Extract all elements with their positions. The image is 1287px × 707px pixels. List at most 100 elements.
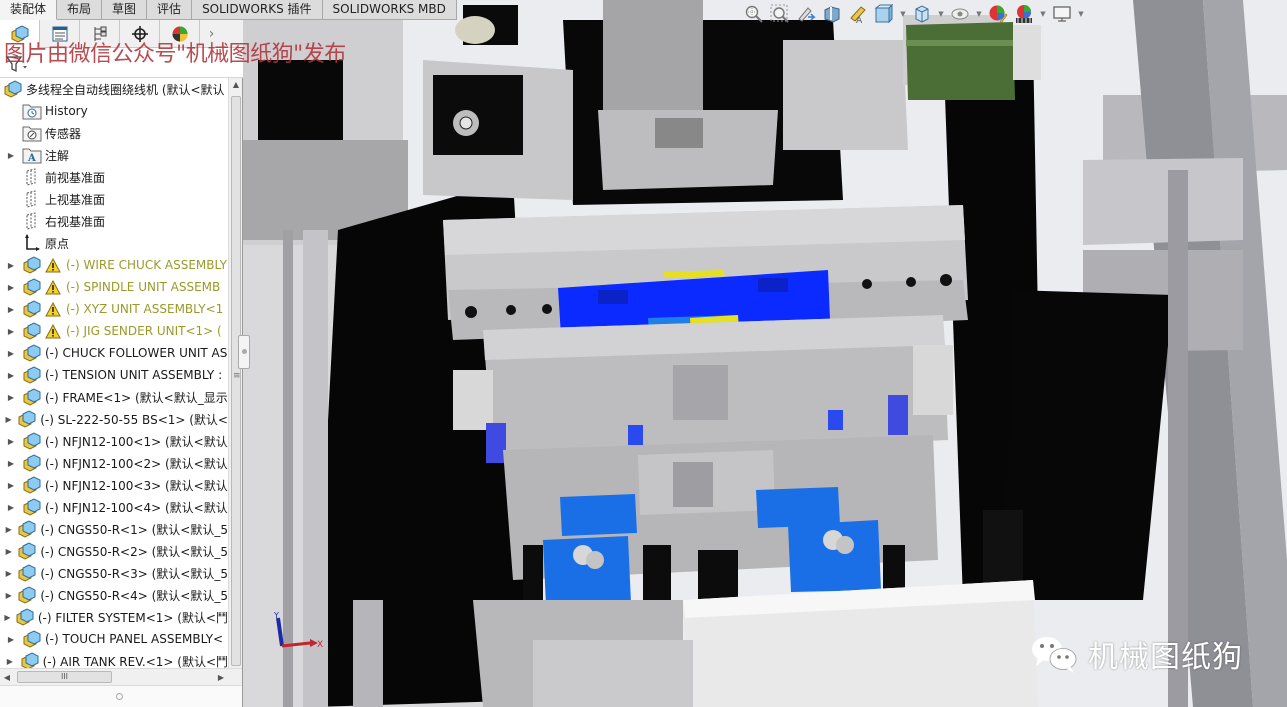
- expand-arrow-icon[interactable]: ▶: [4, 393, 18, 402]
- view-settings-dropdown[interactable]: ▼: [1077, 3, 1085, 25]
- expand-arrow-icon[interactable]: ▶: [4, 481, 18, 490]
- tree-item[interactable]: ▶ (-) NFJN12-100<1> (默认<默认: [0, 430, 228, 452]
- tree-item[interactable]: ▶ (-) CNGS50-R<1> (默认<默认_5: [0, 518, 228, 540]
- tree-item[interactable]: 传感器: [0, 122, 228, 144]
- apply-scene-dropdown[interactable]: ▼: [1039, 3, 1047, 25]
- tree-item[interactable]: 前视基准面: [0, 166, 228, 188]
- tree-item-label: (-) TOUCH PANEL ASSEMBLY<: [45, 632, 224, 646]
- tree-item[interactable]: ▶ (-) CNGS50-R<3> (默认<默认_5: [0, 562, 228, 584]
- tree-item[interactable]: ▶ (-) TENSION UNIT ASSEMBLY :: [0, 364, 228, 386]
- tree-item[interactable]: ▶ (-) WIRE CHUCK ASSEMBLY: [0, 254, 228, 276]
- tree-item[interactable]: ▶ (-) NFJN12-100<3> (默认<默认: [0, 474, 228, 496]
- sensor-folder-icon: [22, 124, 42, 142]
- expand-arrow-icon[interactable]: ▶: [4, 371, 18, 380]
- tree-item[interactable]: ▶ (-) SPINDLE UNIT ASSEMB: [0, 276, 228, 298]
- expand-arrow-icon[interactable]: ▶: [4, 591, 13, 600]
- expand-arrow-icon[interactable]: ▶: [4, 283, 18, 292]
- watermark-bottom-text: 机械图纸狗: [1088, 640, 1243, 675]
- tree-item[interactable]: ▶ (-) JIG SENDER UNIT<1> (: [0, 320, 228, 342]
- expand-arrow-icon[interactable]: ▶: [4, 547, 13, 556]
- view-orientation-dropdown[interactable]: ▼: [899, 3, 907, 25]
- subassembly-icon: [22, 366, 42, 384]
- expand-arrow-icon[interactable]: ▶: [4, 613, 11, 622]
- subassembly-icon: [22, 300, 42, 318]
- tree-item[interactable]: 上视基准面: [0, 188, 228, 210]
- scroll-right-arrow[interactable]: ▶: [214, 669, 228, 686]
- subassembly-icon: [22, 344, 42, 362]
- apply-scene-button[interactable]: [1013, 3, 1035, 25]
- tree-item-label: (-) CHUCK FOLLOWER UNIT AS: [45, 346, 228, 360]
- tree-root-label: 多线程全自动线圈绕线机 (默认<默认: [26, 82, 225, 97]
- expand-arrow-icon[interactable]: ▶: [4, 437, 18, 446]
- tree-item-label: (-) CNGS50-R<2> (默认<默认_5: [40, 544, 228, 559]
- display-style-dropdown[interactable]: ▼: [937, 3, 945, 25]
- zoom-to-fit-button[interactable]: [743, 3, 765, 25]
- subassembly-icon: [17, 520, 37, 538]
- tree-item-label: 原点: [45, 236, 70, 251]
- dynamic-annotation-button[interactable]: A: [847, 3, 869, 25]
- expand-arrow-icon[interactable]: ▶: [4, 415, 13, 424]
- expand-arrow-icon[interactable]: ▶: [4, 305, 18, 314]
- horizontal-scroll-thumb[interactable]: III: [17, 671, 112, 683]
- subassembly-icon: [22, 476, 42, 494]
- zoom-to-area-button[interactable]: [769, 3, 791, 25]
- vertical-scroll-thumb[interactable]: ≡: [231, 96, 241, 666]
- watermark-top: 图片由微信公众号"机械图纸狗"发布: [4, 42, 346, 67]
- tab-layout[interactable]: 布局: [57, 0, 103, 20]
- graphics-viewport[interactable]: A ▼ ▼ ▼ ▼ ▼: [243, 0, 1287, 707]
- tree-item[interactable]: ▶ (-) SL-222-50-55 BS<1> (默认<: [0, 408, 228, 430]
- tree-item[interactable]: ▶ (-) XYZ UNIT ASSEMBLY<1: [0, 298, 228, 320]
- view-settings-button[interactable]: [1051, 3, 1073, 25]
- tree-item[interactable]: ▶ (-) NFJN12-100<4> (默认<默认: [0, 496, 228, 518]
- tree-item[interactable]: ▶ A 注解: [0, 144, 228, 166]
- expand-arrow-icon[interactable]: ▶: [4, 151, 18, 160]
- tree-item[interactable]: History: [0, 100, 228, 122]
- view-orientation-button[interactable]: [873, 3, 895, 25]
- tree-item[interactable]: 右视基准面: [0, 210, 228, 232]
- expand-arrow-icon[interactable]: ▶: [4, 503, 18, 512]
- tree-item[interactable]: ▶ (-) FRAME<1> (默认<默认_显示: [0, 386, 228, 408]
- tree-root-assembly[interactable]: 多线程全自动线圈绕线机 (默认<默认: [0, 78, 228, 100]
- panel-splitter-handle[interactable]: [238, 335, 250, 369]
- expand-arrow-icon[interactable]: ▶: [4, 459, 18, 468]
- tab-assembly[interactable]: 装配体: [0, 0, 58, 20]
- annotation-folder-icon: A: [22, 146, 42, 164]
- tree-item-label: (-) WIRE CHUCK ASSEMBLY: [66, 258, 227, 272]
- tree-item[interactable]: ▶ (-) FILTER SYSTEM<1> (默认<鬥: [0, 606, 228, 628]
- expand-arrow-icon[interactable]: ▶: [4, 525, 13, 534]
- previous-view-button[interactable]: [795, 3, 817, 25]
- tree-item[interactable]: ▶ (-) CHUCK FOLLOWER UNIT AS: [0, 342, 228, 364]
- expand-arrow-icon[interactable]: ▶: [4, 635, 18, 644]
- section-view-button[interactable]: [821, 3, 843, 25]
- tree-item-label: (-) NFJN12-100<1> (默认<默认: [45, 434, 228, 449]
- tree-item-label: 注解: [45, 148, 70, 163]
- subassembly-icon: [22, 432, 42, 450]
- assembly-icon: [3, 80, 23, 98]
- hide-show-items-icon: [951, 8, 969, 20]
- hide-show-dropdown[interactable]: ▼: [975, 3, 983, 25]
- expand-arrow-icon[interactable]: ▶: [4, 657, 16, 666]
- expand-arrow-icon[interactable]: ▶: [4, 569, 13, 578]
- tree-item[interactable]: ▶ (-) CNGS50-R<2> (默认<默认_5: [0, 540, 228, 562]
- tree-item[interactable]: ▶ (-) CNGS50-R<4> (默认<默认_5: [0, 584, 228, 606]
- tree-item[interactable]: 原点: [0, 232, 228, 254]
- tab-solidworks-mbd[interactable]: SOLIDWORKS MBD: [322, 0, 457, 20]
- expand-arrow-icon[interactable]: ▶: [4, 261, 18, 270]
- tree-vertical-scrollbar[interactable]: ▲ ≡ ▼: [228, 78, 242, 688]
- expand-arrow-icon[interactable]: ▶: [4, 327, 18, 336]
- scroll-left-arrow[interactable]: ◀: [0, 669, 14, 686]
- tab-sketch[interactable]: 草图: [102, 0, 148, 20]
- edit-appearance-button[interactable]: [987, 3, 1009, 25]
- expand-arrow-icon[interactable]: ▶: [4, 349, 18, 358]
- tree-item[interactable]: ▶ (-) TOUCH PANEL ASSEMBLY<: [0, 628, 228, 650]
- assembly-model-render: [243, 0, 1287, 707]
- tree-horizontal-scrollbar[interactable]: ◀ III ▶: [0, 668, 242, 685]
- scroll-up-arrow[interactable]: ▲: [229, 78, 243, 92]
- tab-solidworks-addins[interactable]: SOLIDWORKS 插件: [192, 0, 323, 20]
- tab-evaluate[interactable]: 评估: [147, 0, 193, 20]
- triad-y-axis: [276, 617, 284, 647]
- display-style-button[interactable]: [911, 3, 933, 25]
- hide-show-items-button[interactable]: [949, 3, 971, 25]
- tree-item[interactable]: ▶ (-) NFJN12-100<2> (默认<默认: [0, 452, 228, 474]
- subassembly-icon: [17, 410, 37, 428]
